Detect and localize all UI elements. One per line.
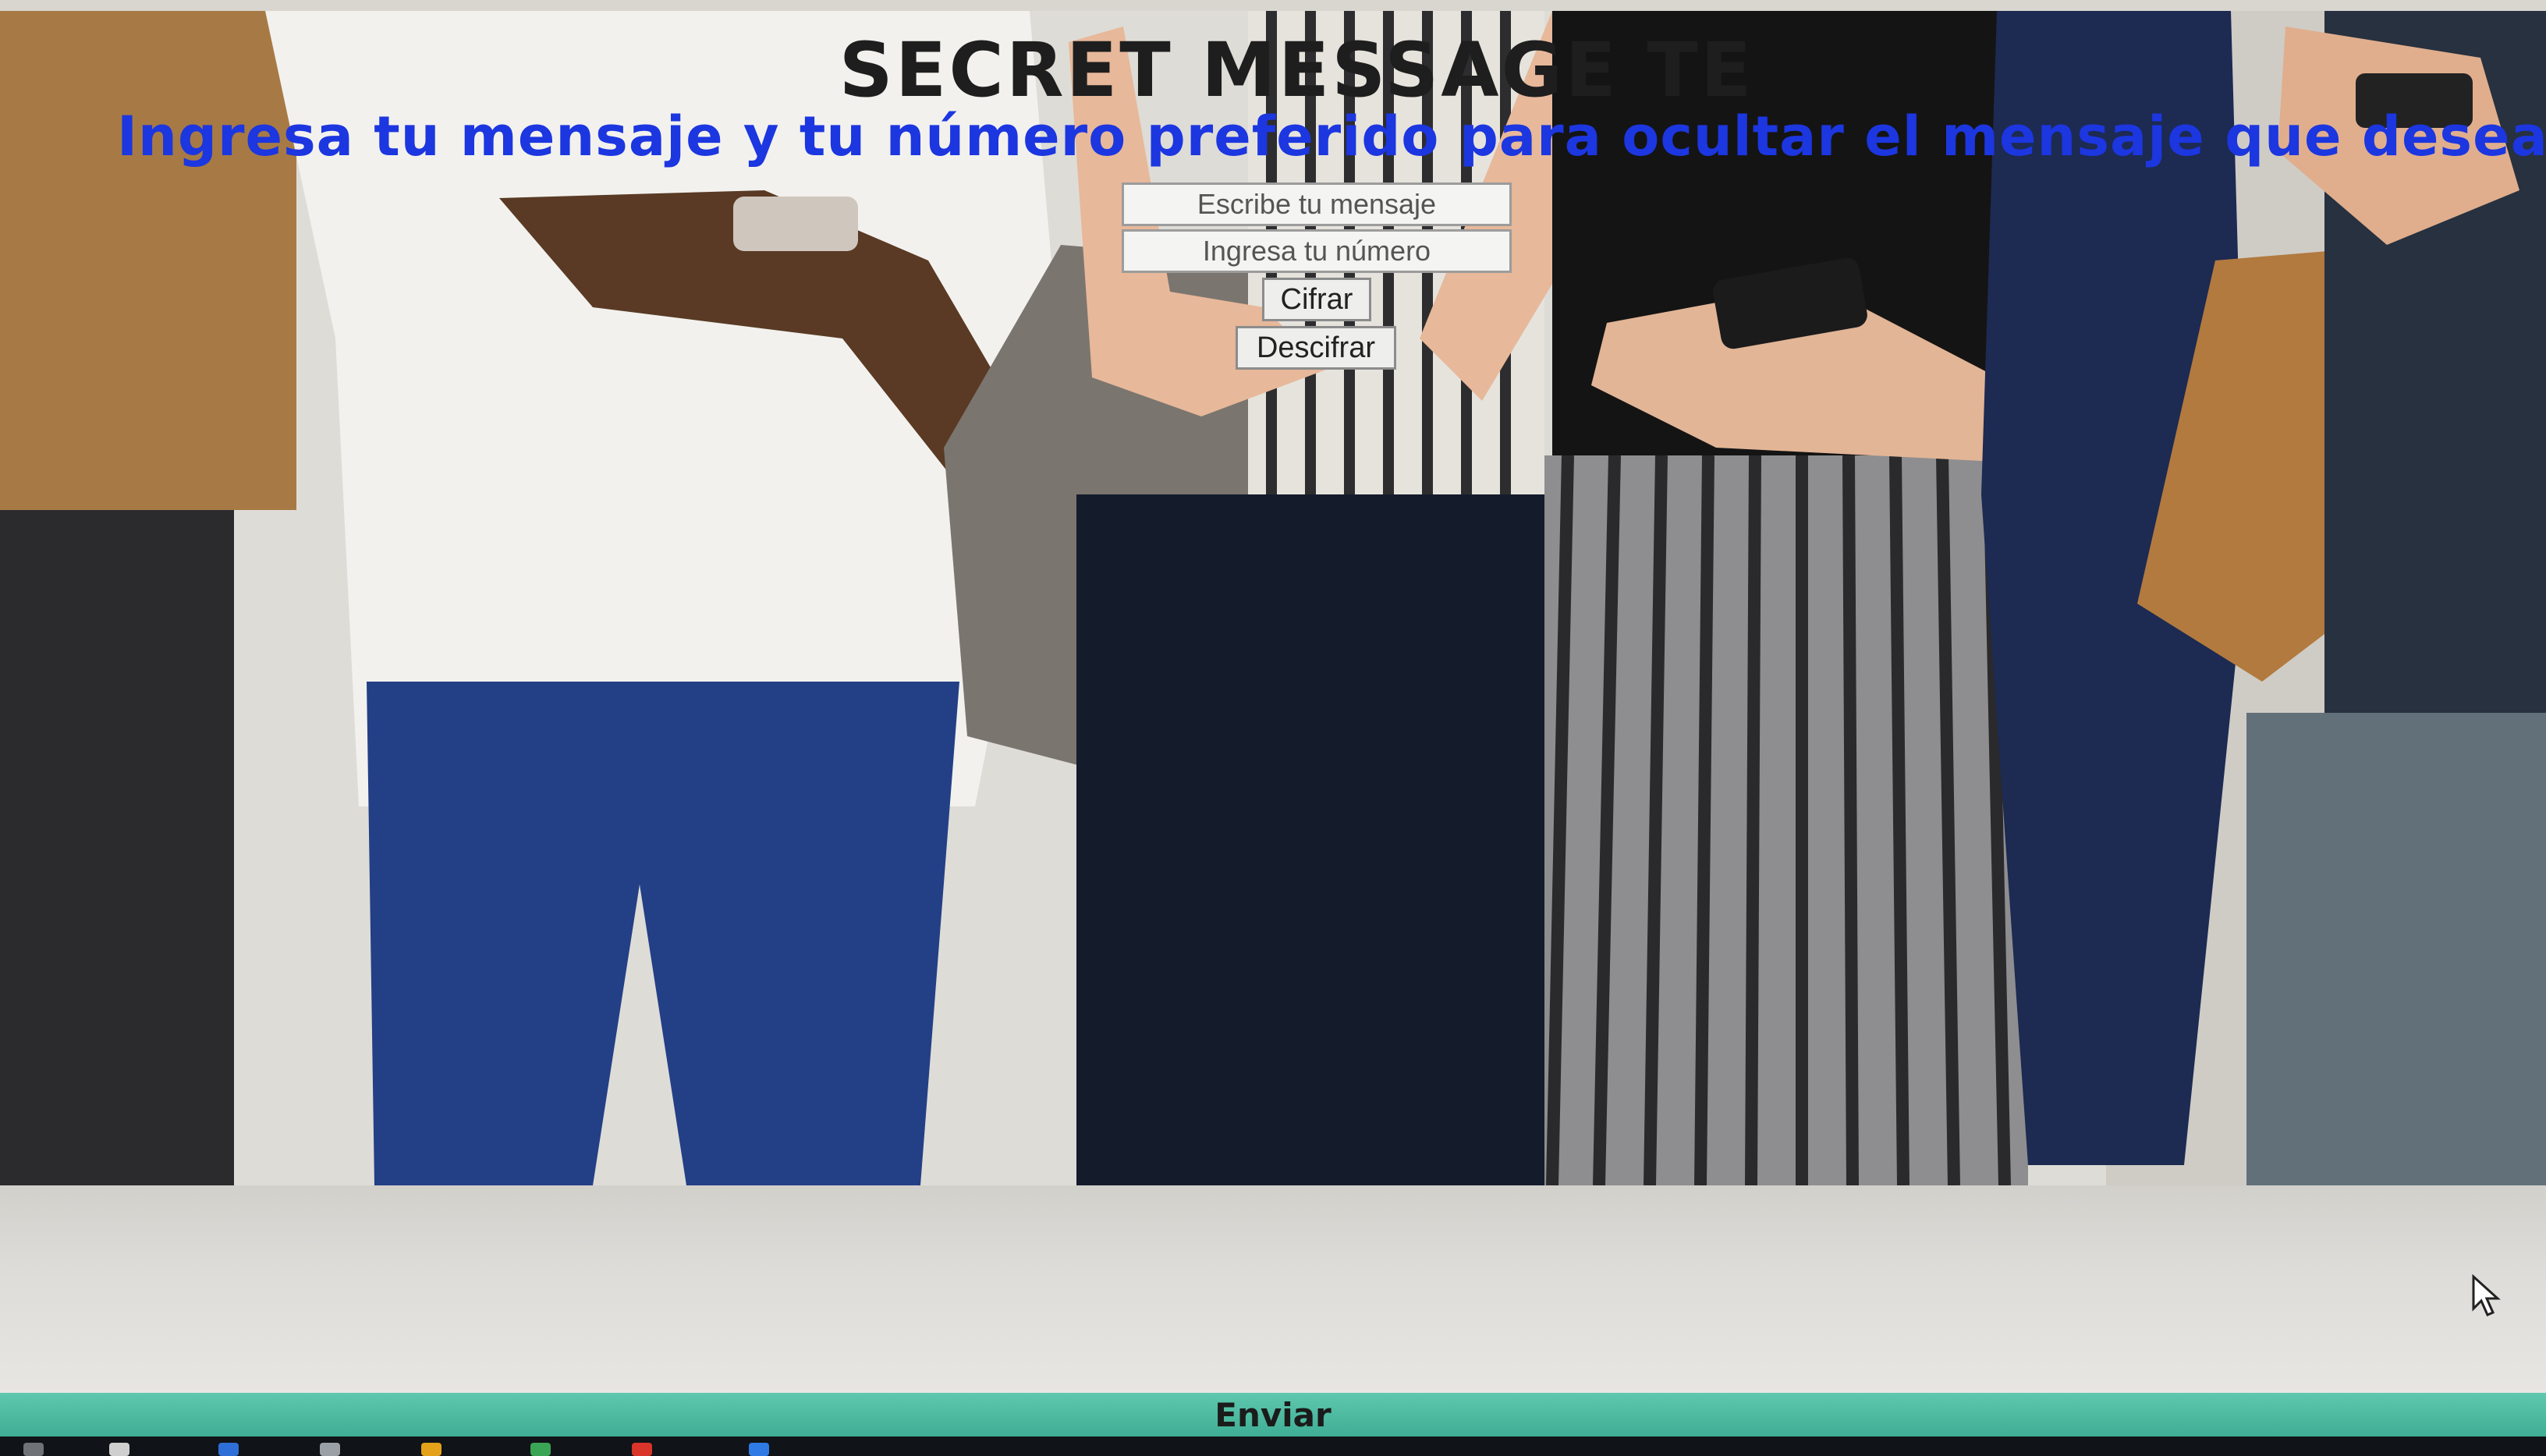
- hero-background-photo: SECRET MESSAGE TE Ingresa tu mensaje y t…: [0, 11, 2546, 1185]
- taskbar-app-icon[interactable]: [749, 1443, 769, 1456]
- browser-icon[interactable]: [632, 1443, 652, 1456]
- start-icon[interactable]: [23, 1443, 44, 1456]
- decrypt-button[interactable]: Descifrar: [1236, 326, 1396, 370]
- footer-bar: Enviar: [0, 1393, 2546, 1437]
- folder-icon[interactable]: [421, 1443, 441, 1456]
- send-button[interactable]: Enviar: [1199, 1396, 1346, 1434]
- taskbar-app-icon[interactable]: [109, 1443, 129, 1456]
- encrypt-button[interactable]: Cifrar: [1262, 278, 1371, 321]
- page-title: SECRET MESSAGE TE: [839, 27, 1754, 114]
- taskbar-app-icon[interactable]: [218, 1443, 239, 1456]
- taskbar-app-icon[interactable]: [530, 1443, 551, 1456]
- screen-top-edge: [0, 0, 2546, 11]
- number-input[interactable]: [1122, 229, 1512, 273]
- mouse-pointer-icon: [2472, 1274, 2501, 1316]
- taskbar: [0, 1437, 2546, 1456]
- page-subtitle: Ingresa tu mensaje y tu número preferido…: [117, 105, 2546, 168]
- taskbar-app-icon[interactable]: [320, 1443, 340, 1456]
- message-input[interactable]: [1122, 182, 1512, 226]
- empty-content-area: [0, 1185, 2546, 1396]
